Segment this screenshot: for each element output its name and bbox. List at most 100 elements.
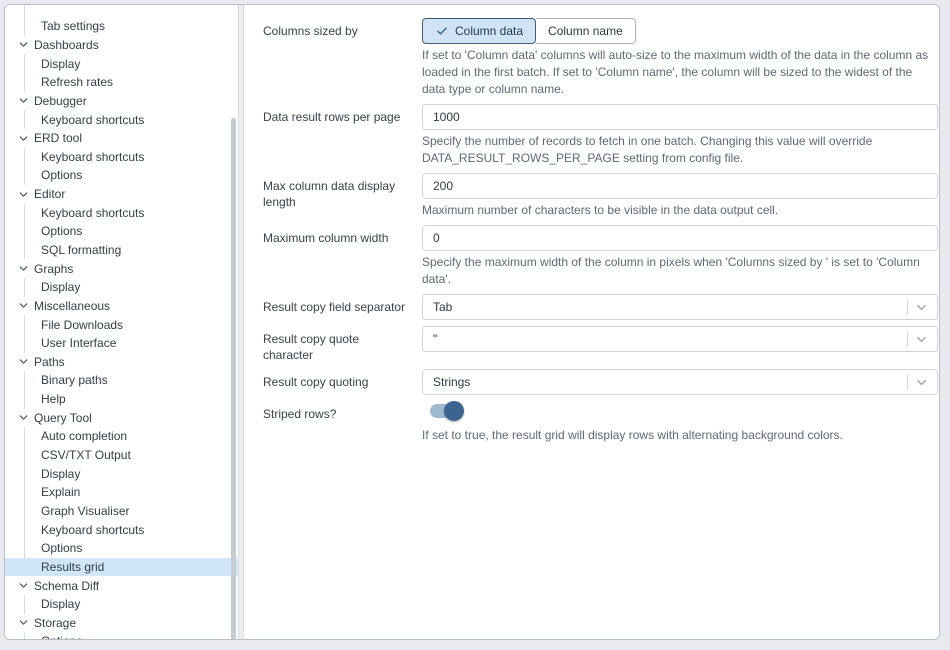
result-copy-quote-character-label: Result copy quote character — [263, 326, 422, 363]
max-column-data-display-length-control-area: Maximum number of characters to be visib… — [422, 173, 938, 219]
sidebar-item-results-grid[interactable]: Results grid — [5, 558, 238, 577]
columns-sized-by-option-column-name[interactable]: Column name — [536, 18, 636, 44]
result-copy-quote-character-control-area: " — [422, 326, 938, 363]
result-copy-quoting-value: Strings — [433, 375, 907, 389]
sidebar-item-display[interactable]: Display — [5, 464, 238, 483]
sidebar-item-erd-tool[interactable]: ERD tool — [5, 129, 238, 148]
sidebar-item-file-downloads[interactable]: File Downloads — [5, 315, 238, 334]
sidebar-item-tab-settings[interactable]: Tab settings — [5, 17, 238, 36]
sidebar-scrollbar[interactable] — [231, 118, 236, 639]
chevron-down-icon[interactable] — [15, 38, 31, 52]
sidebar-item-refresh-rates[interactable]: Refresh rates — [5, 73, 238, 92]
sidebar-item-editor[interactable]: Editor — [5, 185, 238, 204]
sidebar-item-label: Graphs — [34, 262, 73, 276]
sidebar-item-label: Paths — [34, 355, 65, 369]
chevron-down-icon[interactable] — [15, 579, 31, 593]
sidebar-item-label: Options — [41, 634, 82, 639]
sidebar-item-schema-diff[interactable]: Schema Diff — [5, 576, 238, 595]
sidebar-item-debugger[interactable]: Debugger — [5, 92, 238, 111]
sidebar-item-label: Auto completion — [41, 429, 127, 443]
result-copy-field-separator-value: Tab — [433, 300, 907, 314]
sidebar-item-label: Graph Visualiser — [41, 504, 130, 518]
maximum-column-width-control-area: Specify the maximum width of the column … — [422, 225, 938, 288]
sidebar-item-display[interactable]: Display — [5, 278, 238, 297]
chevron-down-icon[interactable] — [15, 355, 31, 369]
sidebar-item-storage[interactable]: Storage — [5, 614, 238, 633]
chevron-down-icon[interactable] — [15, 616, 31, 630]
sidebar-item-miscellaneous[interactable]: Miscellaneous — [5, 297, 238, 316]
chevron-down-icon[interactable] — [15, 299, 31, 313]
chevron-down-icon[interactable] — [15, 187, 31, 201]
check-icon — [435, 24, 449, 38]
maximum-column-width-help-text: Specify the maximum width of the column … — [422, 254, 932, 288]
select-separator — [907, 374, 908, 390]
sidebar-item-label: Help — [41, 392, 66, 406]
sidebar-item-options[interactable]: Options — [5, 539, 238, 558]
chevron-down-icon[interactable] — [15, 262, 31, 276]
sidebar-item-label: Display — [41, 280, 80, 294]
result-copy-field-separator-label: Result copy field separator — [263, 294, 422, 320]
sidebar-item-display[interactable]: Display — [5, 595, 238, 614]
button-label: Column name — [548, 24, 623, 38]
sidebar-item-label: Keyboard shortcuts — [41, 206, 144, 220]
sidebar-item-label: ERD tool — [34, 131, 82, 145]
sidebar-item-auto-completion[interactable]: Auto completion — [5, 427, 238, 446]
sidebar-item-label: SQL formatting — [41, 243, 121, 257]
chevron-down-icon[interactable] — [15, 131, 31, 145]
sidebar-item-user-interface[interactable]: User Interface — [5, 334, 238, 353]
toggle-thumb — [444, 401, 464, 421]
max-column-data-display-length-label: Max column data display length — [263, 173, 422, 219]
columns-sized-by-button-group: Column data Column name — [422, 18, 636, 44]
columns-sized-by-control-area: Column dataColumn nameIf set to 'Column … — [422, 18, 938, 98]
sidebar-item-label: File Downloads — [41, 318, 123, 332]
sidebar-item-options[interactable]: Options — [5, 222, 238, 241]
sidebar-item-query-tool[interactable]: Query Tool — [5, 408, 238, 427]
sidebar-item-options[interactable]: Options — [5, 632, 238, 639]
result-copy-quote-character-select[interactable]: " — [422, 326, 938, 352]
sidebar-item-paths[interactable]: Paths — [5, 353, 238, 372]
sidebar-item-keyboard-shortcuts[interactable]: Keyboard shortcuts — [5, 147, 238, 166]
sidebar-item-explain[interactable]: Explain — [5, 483, 238, 502]
data-result-rows-per-page-input[interactable] — [422, 104, 938, 130]
sidebar-item-sql-formatting[interactable]: SQL formatting — [5, 241, 238, 260]
sidebar-item-graph-visualiser[interactable]: Graph Visualiser — [5, 502, 238, 521]
pref-row-striped-rows: Striped rows?If set to true, the result … — [263, 401, 939, 444]
sidebar-item-binary-paths[interactable]: Binary paths — [5, 371, 238, 390]
sidebar-item-graphs[interactable]: Graphs — [5, 259, 238, 278]
maximum-column-width-input[interactable] — [422, 225, 938, 251]
pref-row-result-copy-field-separator: Result copy field separator Tab — [263, 294, 939, 320]
sidebar-item-label: Explain — [41, 485, 80, 499]
sidebar-item-help[interactable]: Help — [5, 390, 238, 409]
sidebar-item-csv-txt-output[interactable]: CSV/TXT Output — [5, 446, 238, 465]
sidebar-item-display[interactable]: Display — [5, 54, 238, 73]
sidebar-item-keyboard-shortcuts[interactable]: Keyboard shortcuts — [5, 520, 238, 539]
chevron-down-icon[interactable] — [914, 300, 929, 315]
data-result-rows-per-page-control-area: Specify the number of records to fetch i… — [422, 104, 938, 167]
columns-sized-by-label: Columns sized by — [263, 18, 422, 98]
result-copy-quote-character-value: " — [433, 332, 907, 346]
sidebar-item-label: Options — [41, 224, 82, 238]
sidebar-item-label: Keyboard shortcuts — [41, 113, 144, 127]
columns-sized-by-option-column-data[interactable]: Column data — [422, 18, 536, 44]
result-copy-quoting-select[interactable]: Strings — [422, 369, 938, 395]
result-copy-field-separator-select[interactable]: Tab — [422, 294, 938, 320]
sidebar-item-dashboards[interactable]: Dashboards — [5, 36, 238, 55]
chevron-down-icon[interactable] — [15, 94, 31, 108]
sidebar-item-label: Display — [41, 467, 80, 481]
chevron-down-icon[interactable] — [914, 332, 929, 347]
sidebar-item-label: Storage — [34, 616, 76, 630]
sidebar-item-options[interactable]: Options — [5, 166, 238, 185]
max-column-data-display-length-input[interactable] — [422, 173, 938, 199]
sidebar-item-keyboard-shortcuts[interactable]: Keyboard shortcuts — [5, 203, 238, 222]
select-separator — [907, 331, 908, 347]
sidebar-item-label: Dashboards — [34, 38, 99, 52]
striped-rows-toggle[interactable] — [430, 401, 464, 421]
chevron-down-icon[interactable] — [15, 411, 31, 425]
results-grid-preferences-panel: Columns sized byColumn dataColumn nameIf… — [244, 5, 939, 639]
pref-row-max-column-data-display-length: Max column data display lengthMaximum nu… — [263, 173, 939, 219]
sidebar-item-label: Schema Diff — [34, 579, 99, 593]
sidebar-item-keyboard-shortcuts[interactable]: Keyboard shortcuts — [5, 110, 238, 129]
sidebar-item-label: Query Tool — [34, 411, 92, 425]
chevron-down-icon[interactable] — [914, 375, 929, 390]
sidebar-item-label: Options — [41, 168, 82, 182]
